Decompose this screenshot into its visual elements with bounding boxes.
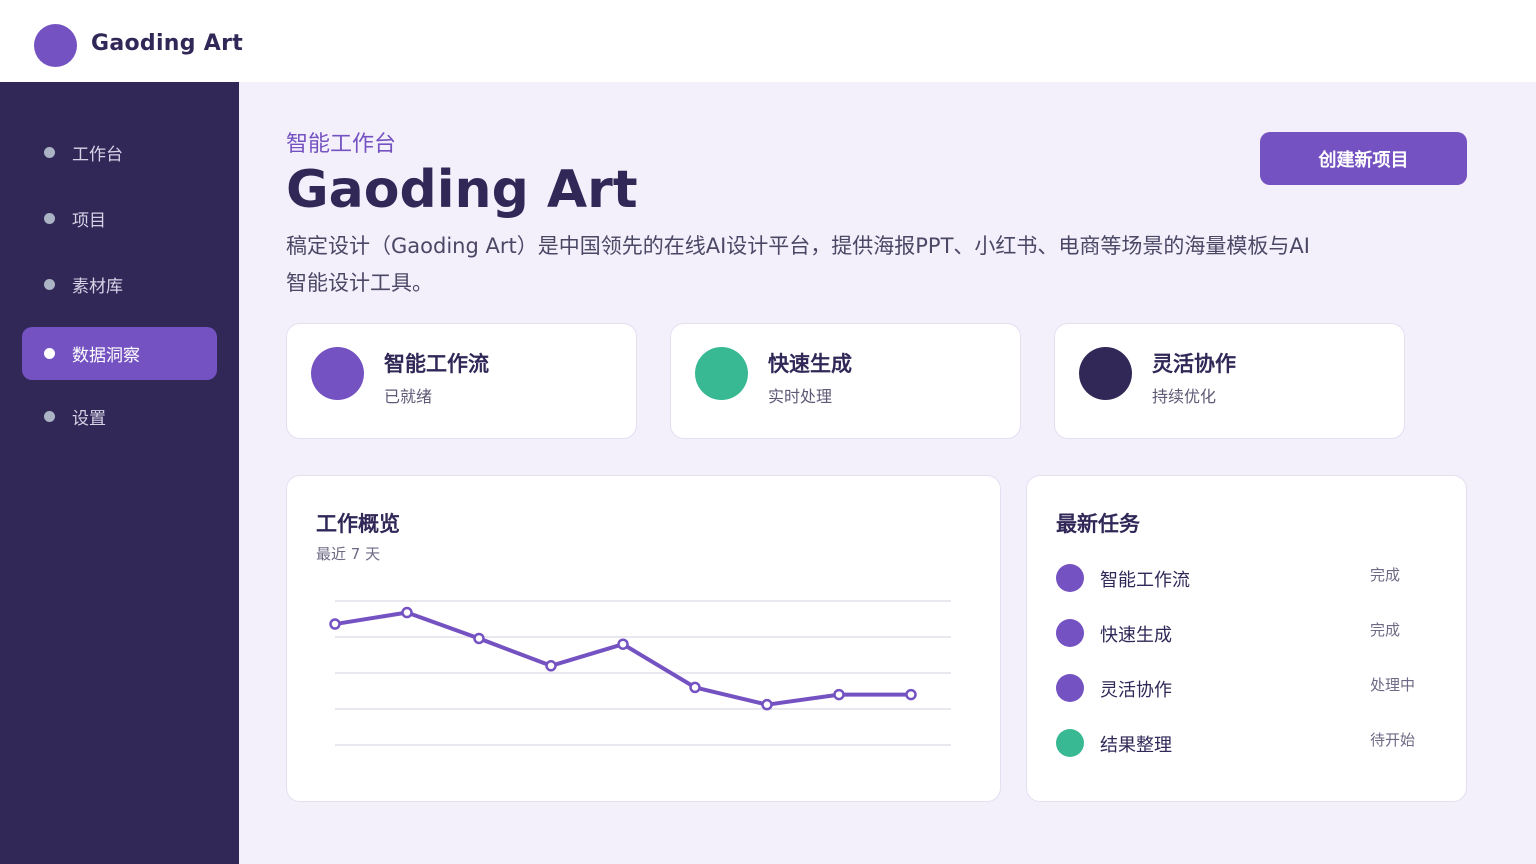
chart-data-point[interactable] xyxy=(833,688,845,701)
stat-card-collab[interactable]: 灵活协作 持续优化 xyxy=(1054,323,1405,439)
stat-title: 快速生成 xyxy=(768,352,852,376)
chart-data-point[interactable] xyxy=(689,681,701,694)
task-status-dot-icon xyxy=(1056,674,1084,702)
nav-dot-icon xyxy=(44,348,55,359)
tasks-panel: 最新任务 智能工作流 完成 快速生成 完成 灵活协作 处理中 结果整理 待开始 xyxy=(1026,475,1467,802)
task-label: 快速生成 xyxy=(1100,625,1172,646)
page-description: 稿定设计（Gaoding Art）是中国领先的在线AI设计平台，提供海报PPT、… xyxy=(286,234,1310,295)
task-row[interactable]: 结果整理 待开始 xyxy=(1056,721,1438,761)
sidebar-item-label: 设置 xyxy=(72,409,106,429)
nav-dot-icon xyxy=(44,213,55,224)
task-label: 灵活协作 xyxy=(1100,680,1172,701)
task-label: 结果整理 xyxy=(1100,735,1172,756)
nav-dot-icon xyxy=(44,279,55,290)
logo-icon[interactable] xyxy=(34,24,77,67)
chart-series-line xyxy=(333,610,913,707)
page-eyebrow: 智能工作台 xyxy=(286,132,397,157)
stat-subtitle: 已就绪 xyxy=(384,387,433,406)
task-status: 处理中 xyxy=(1370,676,1416,694)
chart-data-point[interactable] xyxy=(401,606,413,619)
chart-data-point[interactable] xyxy=(761,698,773,711)
overview-panel: 工作概览 最近 7 天 xyxy=(286,475,1001,802)
sidebar-item-insights[interactable]: 数据洞察 xyxy=(22,327,217,380)
nav-dot-icon xyxy=(44,411,55,422)
chart-data-point[interactable] xyxy=(617,638,629,650)
task-status: 待开始 xyxy=(1370,731,1416,749)
tasks-title: 最新任务 xyxy=(1056,512,1140,536)
stat-card-generate[interactable]: 快速生成 实时处理 xyxy=(670,323,1021,439)
workflow-icon xyxy=(311,347,364,400)
sidebar-item-label: 工作台 xyxy=(72,145,123,165)
sidebar-item-workbench[interactable]: 工作台 xyxy=(22,126,217,179)
task-status: 完成 xyxy=(1370,566,1401,584)
page-title: Gaoding Art xyxy=(286,160,638,220)
overview-line-chart xyxy=(329,600,951,746)
task-status-dot-icon xyxy=(1056,564,1084,592)
task-status-dot-icon xyxy=(1056,619,1084,647)
top-bar: Gaoding Art xyxy=(0,0,1536,82)
nav-dot-icon xyxy=(44,147,55,158)
sidebar-item-assets[interactable]: 素材库 xyxy=(22,258,217,311)
brand-name[interactable]: Gaoding Art xyxy=(91,31,243,56)
chart-data-point[interactable] xyxy=(905,688,917,701)
task-label: 智能工作流 xyxy=(1100,570,1190,591)
stat-subtitle: 持续优化 xyxy=(1152,387,1217,406)
sidebar-item-projects[interactable]: 项目 xyxy=(22,192,217,245)
create-project-button[interactable]: 创建新项目 xyxy=(1260,132,1467,185)
collab-icon xyxy=(1079,347,1132,400)
sidebar-item-label: 数据洞察 xyxy=(72,346,140,366)
generate-icon xyxy=(695,347,748,400)
task-status-dot-icon xyxy=(1056,729,1084,757)
stat-title: 灵活协作 xyxy=(1152,352,1236,376)
task-status: 完成 xyxy=(1370,621,1401,639)
task-row[interactable]: 快速生成 完成 xyxy=(1056,611,1438,651)
task-row[interactable]: 智能工作流 完成 xyxy=(1056,556,1438,596)
chart-data-point[interactable] xyxy=(545,660,557,672)
sidebar-item-label: 项目 xyxy=(72,211,106,231)
stat-subtitle: 实时处理 xyxy=(768,387,833,406)
sidebar: 工作台 项目 素材库 数据洞察 设置 xyxy=(0,82,239,864)
stat-title: 智能工作流 xyxy=(384,352,489,376)
stat-card-workflow[interactable]: 智能工作流 已就绪 xyxy=(286,323,637,439)
task-row[interactable]: 灵活协作 处理中 xyxy=(1056,666,1438,706)
sidebar-item-label: 素材库 xyxy=(72,277,123,297)
sidebar-item-settings[interactable]: 设置 xyxy=(22,390,217,443)
chart-data-point[interactable] xyxy=(473,632,485,645)
chart-data-point[interactable] xyxy=(329,618,341,630)
